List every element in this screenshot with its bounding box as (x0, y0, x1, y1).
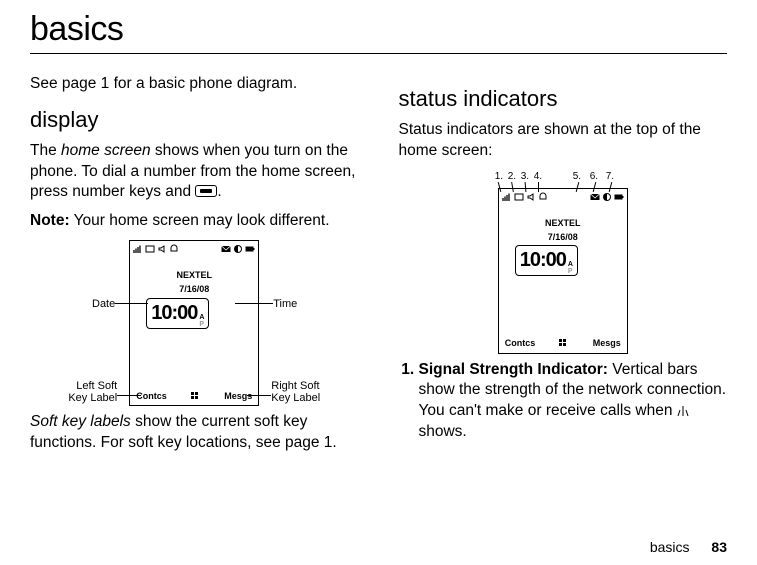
callout-line (538, 182, 539, 192)
date-label: 7/16/08 (499, 231, 627, 243)
status-heading: status indicators (399, 84, 728, 114)
text: The (30, 142, 61, 159)
callout-right-soft: Right Soft Key Label (271, 380, 341, 404)
callout-line (115, 303, 148, 304)
status-bar (130, 241, 258, 255)
callout-left-soft: Left Soft Key Label (47, 380, 117, 404)
left-column: See page 1 for a basic phone diagram. di… (30, 74, 359, 462)
carrier-label: NEXTEL (499, 203, 627, 231)
signal-icon (133, 244, 143, 254)
title-rule (30, 53, 727, 54)
speaker-icon (157, 244, 167, 254)
carrier-label: NEXTEL (130, 255, 258, 283)
intro-text: See page 1 for a basic phone diagram. (30, 74, 359, 95)
callout-date: Date (55, 298, 115, 310)
menu-icon (191, 392, 201, 400)
status-intro: Status indicators are shown at the top o… (399, 120, 728, 162)
page-number: 83 (711, 539, 727, 555)
time-value: 10:00 (520, 247, 566, 274)
time-value: 10:00 (151, 300, 197, 327)
am-label: A (568, 261, 573, 268)
soft-key-bar: Contcs Mesgs (130, 388, 258, 405)
footer-section: basics (650, 539, 690, 555)
callout-line (235, 303, 273, 304)
home-screen-term: home screen (61, 142, 151, 159)
list-item: Signal Strength Indicator: Vertical bars… (419, 360, 728, 444)
menu-icon (559, 339, 569, 347)
packet-data-icon (145, 244, 155, 254)
pm-label: P (199, 321, 204, 328)
display-heading: display (30, 105, 359, 135)
packet-data-icon (514, 192, 524, 202)
callout-num: 1. (495, 170, 503, 184)
phone-screen: NEXTEL 7/16/08 10:00 A P Contcs (498, 188, 628, 354)
am-label: A (199, 314, 204, 321)
number-callouts: 1. 2. 3. 4. 5. 6. 7. (478, 170, 648, 188)
page-footer: basics 83 (650, 539, 727, 555)
text: Left Soft (76, 380, 117, 392)
active-line-icon (602, 192, 612, 202)
callout-num: 7. (606, 170, 614, 184)
phone-screen: NEXTEL 7/16/08 10:00 A P Contcs (129, 240, 259, 406)
phone-figure-numbered: 1. 2. 3. 4. 5. 6. 7. (478, 188, 648, 354)
soft-key-bar: Contcs Mesgs (499, 335, 627, 352)
callout-num: 5. (573, 170, 581, 184)
callout-time: Time (273, 298, 333, 310)
indicator-list: Signal Strength Indicator: Vertical bars… (399, 360, 728, 444)
status-bar (499, 189, 627, 203)
right-column: status indicators Status indicators are … (399, 74, 728, 462)
active-line-icon (233, 244, 243, 254)
softkey-paragraph: Soft key labels show the current soft ke… (30, 412, 359, 454)
ok-button-icon (195, 185, 217, 197)
pm-label: P (568, 268, 573, 275)
battery-icon (614, 192, 624, 202)
note-label: Note: (30, 212, 70, 229)
soft-key-labels-term: Soft key labels (30, 413, 131, 430)
ringer-icon (538, 192, 548, 202)
battery-icon (245, 244, 255, 254)
text: Key Label (271, 392, 320, 404)
callout-line (117, 395, 141, 396)
display-paragraph: The home screen shows when you turn on t… (30, 141, 359, 204)
phone-figure-annotated: NEXTEL 7/16/08 10:00 A P Contcs (59, 240, 329, 406)
page-title: basics (30, 10, 727, 49)
right-soft-key: Mesgs (593, 337, 621, 349)
message-icon (590, 192, 600, 202)
text: Key Label (68, 392, 117, 404)
text: shows. (419, 423, 467, 440)
note-text: Your home screen may look different. (70, 212, 330, 229)
left-soft-key: Contcs (505, 337, 536, 349)
no-signal-icon (677, 401, 687, 422)
callout-line (247, 395, 271, 396)
date-label: 7/16/08 (130, 283, 258, 295)
callout-num: 6. (590, 170, 598, 184)
time-display: 10:00 A P (146, 298, 209, 329)
ringer-icon (169, 244, 179, 254)
speaker-icon (526, 192, 536, 202)
time-display: 10:00 A P (515, 245, 578, 276)
am-pm-indicator: A P (568, 261, 573, 275)
text: . (217, 183, 221, 200)
indicator-name: Signal Strength Indicator: (419, 361, 608, 378)
text: Right Soft (271, 380, 319, 392)
note-paragraph: Note: Your home screen may look differen… (30, 211, 359, 232)
am-pm-indicator: A P (199, 314, 204, 328)
message-icon (221, 244, 231, 254)
signal-icon (502, 192, 512, 202)
